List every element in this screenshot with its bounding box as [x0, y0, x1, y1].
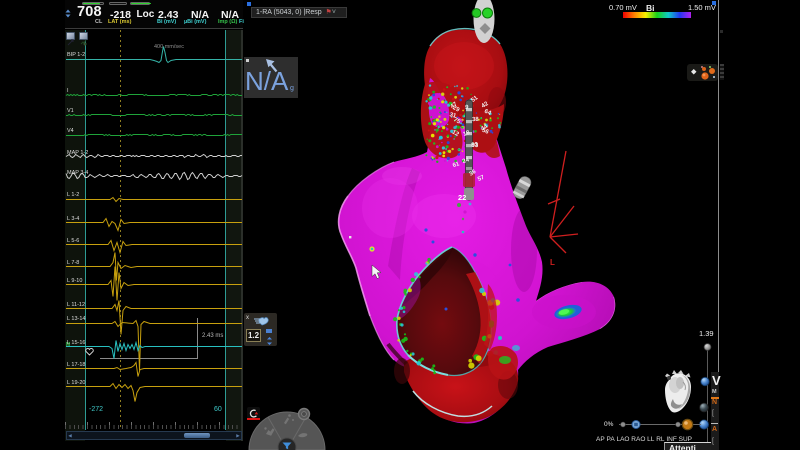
- svg-text:83: 83: [471, 142, 479, 149]
- svg-text:22: 22: [458, 193, 466, 202]
- svg-text:L: L: [550, 258, 555, 267]
- svg-text:38: 38: [472, 117, 480, 123]
